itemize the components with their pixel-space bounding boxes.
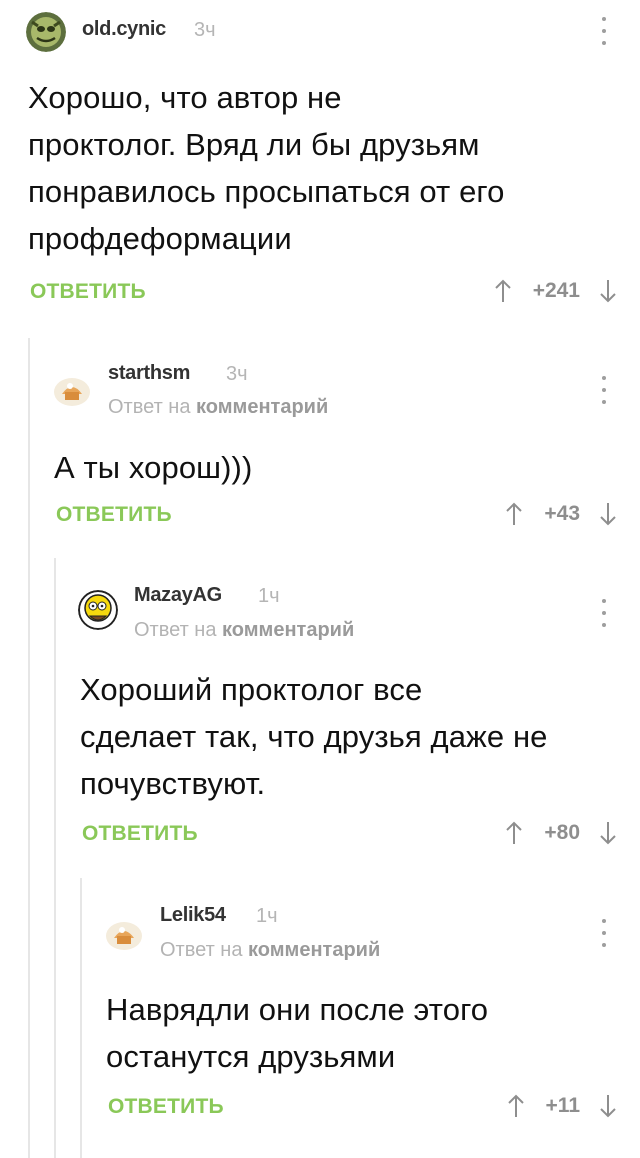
reply-prefix: Ответ на (108, 396, 191, 418)
more-vertical-icon[interactable] (600, 599, 608, 627)
arrow-up-icon[interactable] (504, 501, 524, 527)
arrow-down-icon[interactable] (598, 820, 618, 846)
reply-target-link[interactable]: комментарий (196, 396, 328, 418)
arrow-down-icon[interactable] (598, 501, 618, 527)
avatar-homer-icon[interactable] (78, 590, 118, 630)
reply-target-link[interactable]: комментарий (248, 939, 380, 961)
more-vertical-icon[interactable] (600, 17, 608, 45)
arrow-down-icon[interactable] (598, 278, 618, 304)
avatar-cynic-icon[interactable] (26, 12, 66, 52)
reply-button[interactable]: ОТВЕТИТЬ (108, 1095, 224, 1119)
vote-controls: +241 (493, 278, 618, 304)
reply-to-line: Ответ на комментарий (160, 939, 380, 962)
username[interactable]: starthsm (108, 362, 190, 385)
username[interactable]: Lelik54 (160, 904, 226, 927)
comment-text: Хороший проктолог все сделает так, что д… (80, 672, 548, 801)
reply-button[interactable]: ОТВЕТИТЬ (82, 822, 198, 846)
timestamp: 1ч (258, 585, 280, 607)
comment-text: Хорошо, что автор не проктолог. Вряд ли … (28, 80, 505, 256)
reply-target-link[interactable]: комментарий (222, 619, 354, 641)
reply-prefix: Ответ на (134, 619, 217, 641)
vote-controls: +80 (504, 820, 618, 846)
reply-prefix: Ответ на (160, 939, 243, 961)
vote-score: +241 (532, 279, 580, 302)
timestamp: 3ч (194, 19, 216, 41)
arrow-down-icon[interactable] (598, 1093, 618, 1119)
username[interactable]: MazayAG (134, 584, 222, 607)
comment-text: А ты хорош))) (54, 450, 253, 485)
timestamp: 1ч (256, 905, 278, 927)
vote-score: +43 (544, 502, 580, 525)
vote-controls: +43 (504, 501, 618, 527)
arrow-up-icon[interactable] (493, 278, 513, 304)
comment-old-cynic: old.cynic 3ч Хорошо, что автор не прокто… (0, 0, 640, 330)
more-vertical-icon[interactable] (600, 376, 608, 404)
comment-lelik54: Lelik54 1ч Ответ на комментарий Наврядли… (0, 878, 640, 1158)
avatar-default-icon[interactable] (52, 368, 92, 408)
reply-to-line: Ответ на комментарий (108, 396, 328, 419)
reply-button[interactable]: ОТВЕТИТЬ (56, 503, 172, 527)
comment-mazayag: MazayAG 1ч Ответ на комментарий Хороший … (0, 558, 640, 868)
comment-starthsm: starthsm 3ч Ответ на комментарий А ты хо… (0, 338, 640, 548)
reply-button[interactable]: ОТВЕТИТЬ (30, 280, 146, 304)
avatar-default-icon[interactable] (104, 912, 144, 952)
reply-to-line: Ответ на комментарий (134, 619, 354, 642)
comment-text: Наврядли они после этого останутся друзь… (106, 992, 489, 1074)
arrow-up-icon[interactable] (506, 1093, 526, 1119)
vote-controls: +11 (506, 1093, 618, 1119)
vote-score: +80 (544, 821, 580, 844)
more-vertical-icon[interactable] (600, 919, 608, 947)
timestamp: 3ч (226, 363, 248, 385)
vote-score: +11 (545, 1094, 580, 1117)
username[interactable]: old.cynic (82, 18, 166, 41)
arrow-up-icon[interactable] (504, 820, 524, 846)
